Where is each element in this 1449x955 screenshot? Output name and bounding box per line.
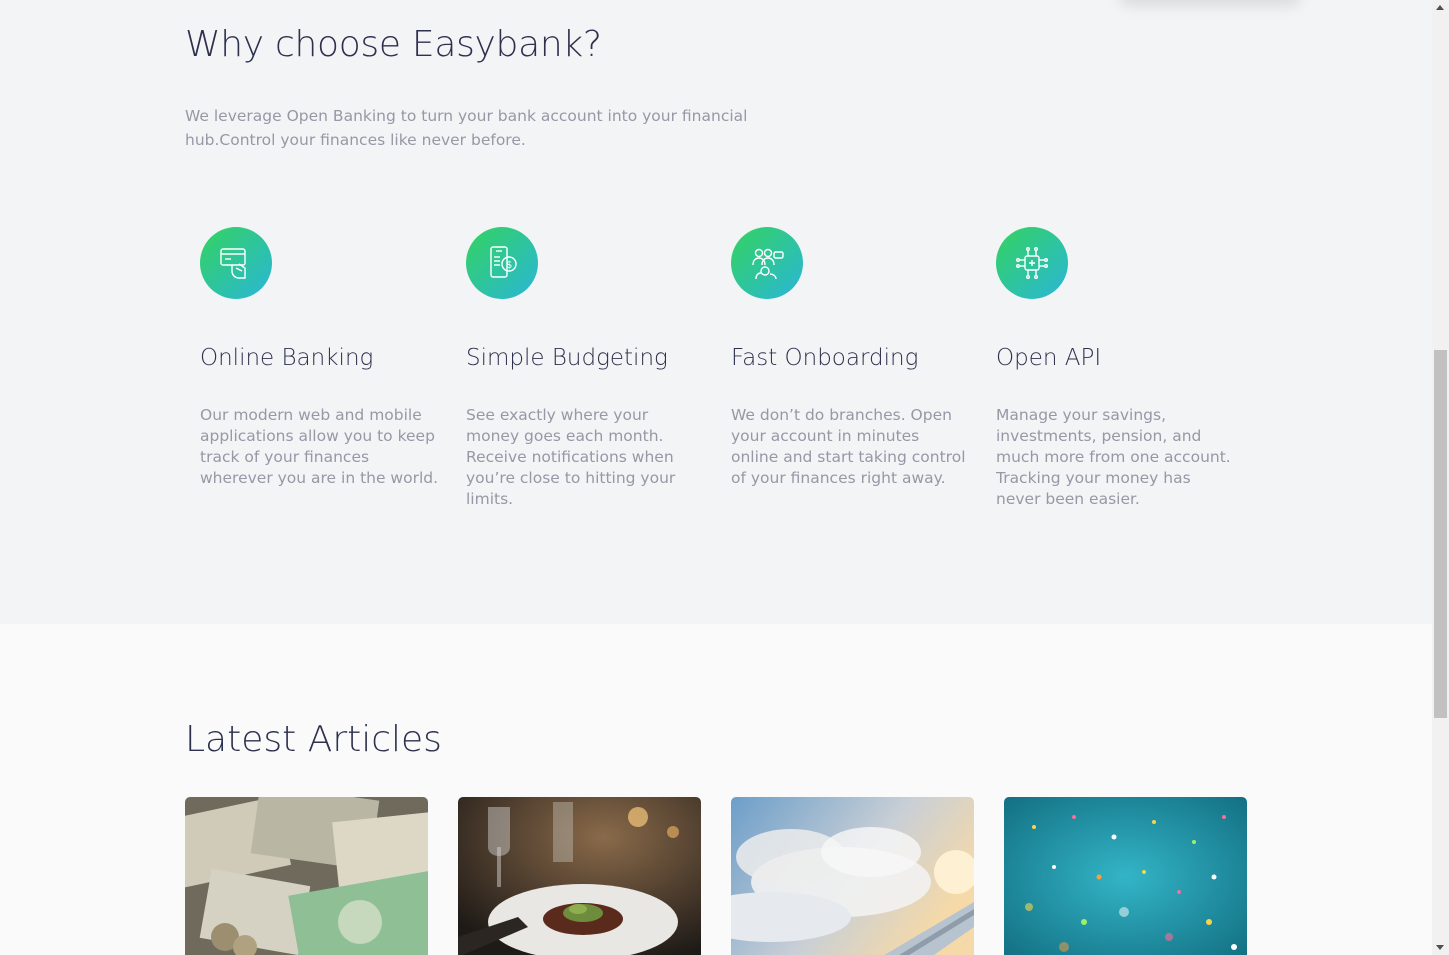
plane-photo bbox=[731, 797, 974, 955]
article-card-confetti[interactable] bbox=[1004, 797, 1247, 955]
currency-photo bbox=[185, 797, 428, 955]
section-title: Why choose Easybank? bbox=[185, 24, 602, 65]
online-banking-icon bbox=[200, 227, 272, 299]
scroll-up-icon[interactable] bbox=[1436, 5, 1444, 10]
section-subtitle: We leverage Open Banking to turn your ba… bbox=[185, 107, 748, 149]
article-card-plane[interactable] bbox=[731, 797, 974, 955]
article-card-currency[interactable] bbox=[185, 797, 428, 955]
feature-title: Simple Budgeting bbox=[466, 345, 668, 371]
api-icon bbox=[996, 227, 1068, 299]
feature-text: See exactly where your money goes each m… bbox=[466, 406, 676, 508]
feature-open-api: Open API Manage your savings, investment… bbox=[996, 227, 1236, 510]
svg-text:$: $ bbox=[506, 260, 512, 271]
article-card-restaurant[interactable] bbox=[458, 797, 701, 955]
vertical-scrollbar[interactable] bbox=[1432, 0, 1449, 955]
feature-simple-budgeting: $ Simple Budgeting See exactly where you… bbox=[466, 227, 706, 510]
feature-fast-onboarding: Fast Onboarding We don’t do branches. Op… bbox=[731, 227, 971, 489]
onboarding-icon bbox=[731, 227, 803, 299]
feature-title: Open API bbox=[996, 345, 1102, 371]
feature-text: Our modern web and mobile applications a… bbox=[200, 406, 439, 487]
feature-title: Fast Onboarding bbox=[731, 345, 919, 371]
feature-title: Online Banking bbox=[200, 345, 374, 371]
restaurant-photo bbox=[458, 797, 701, 955]
feature-text: We don’t do branches. Open your account … bbox=[731, 406, 966, 487]
scroll-down-icon[interactable] bbox=[1436, 945, 1444, 950]
articles-title: Latest Articles bbox=[185, 719, 442, 760]
feature-text: Manage your savings, investments, pensio… bbox=[996, 406, 1231, 508]
budgeting-icon: $ bbox=[466, 227, 538, 299]
scrollbar-thumb[interactable] bbox=[1434, 350, 1447, 718]
confetti-photo bbox=[1004, 797, 1247, 955]
articles-section: Latest Articles bbox=[0, 624, 1432, 955]
why-section: Why choose Easybank? We leverage Open Ba… bbox=[0, 0, 1432, 624]
feature-online-banking: Online Banking Our modern web and mobile… bbox=[200, 227, 440, 489]
